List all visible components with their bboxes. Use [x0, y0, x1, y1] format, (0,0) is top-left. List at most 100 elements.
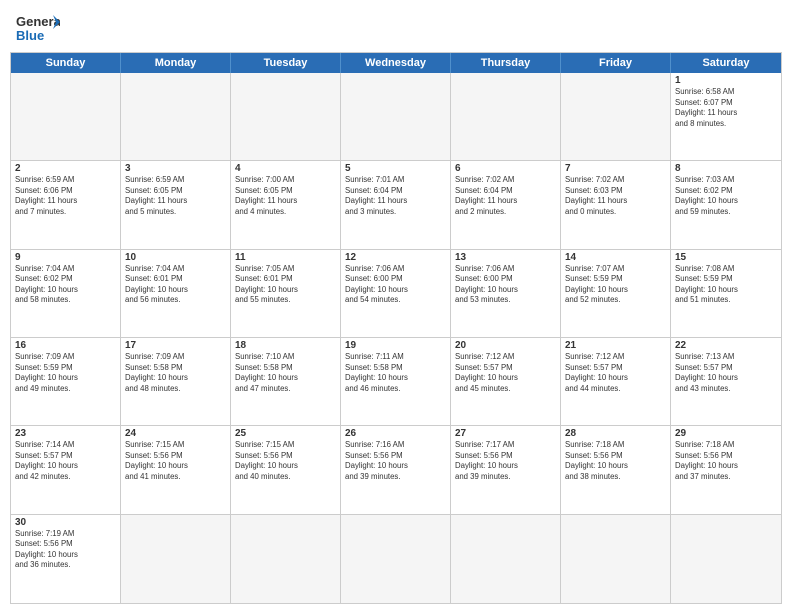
calendar-row-5: 30Sunrise: 7:19 AM Sunset: 5:56 PM Dayli… [11, 515, 781, 603]
day-number: 17 [125, 340, 226, 351]
cell-info: Sunrise: 7:18 AM Sunset: 5:56 PM Dayligh… [565, 440, 666, 482]
day-number: 19 [345, 340, 446, 351]
cell-info: Sunrise: 7:15 AM Sunset: 5:56 PM Dayligh… [125, 440, 226, 482]
calendar-cell: 7Sunrise: 7:02 AM Sunset: 6:03 PM Daylig… [561, 161, 671, 248]
day-number: 23 [15, 428, 116, 439]
cell-info: Sunrise: 7:02 AM Sunset: 6:04 PM Dayligh… [455, 175, 556, 217]
header: General Blue [0, 0, 792, 52]
calendar-cell [11, 73, 121, 160]
day-number: 1 [675, 75, 777, 86]
calendar-cell: 29Sunrise: 7:18 AM Sunset: 5:56 PM Dayli… [671, 426, 781, 513]
day-number: 6 [455, 163, 556, 174]
calendar-cell [341, 73, 451, 160]
cell-info: Sunrise: 7:00 AM Sunset: 6:05 PM Dayligh… [235, 175, 336, 217]
day-number: 20 [455, 340, 556, 351]
day-number: 4 [235, 163, 336, 174]
cell-info: Sunrise: 7:06 AM Sunset: 6:00 PM Dayligh… [455, 264, 556, 306]
cell-info: Sunrise: 7:12 AM Sunset: 5:57 PM Dayligh… [455, 352, 556, 394]
cell-info: Sunrise: 7:08 AM Sunset: 5:59 PM Dayligh… [675, 264, 777, 306]
day-header-tuesday: Tuesday [231, 53, 341, 73]
cell-info: Sunrise: 7:06 AM Sunset: 6:00 PM Dayligh… [345, 264, 446, 306]
calendar-cell: 5Sunrise: 7:01 AM Sunset: 6:04 PM Daylig… [341, 161, 451, 248]
day-header-monday: Monday [121, 53, 231, 73]
calendar-cell: 18Sunrise: 7:10 AM Sunset: 5:58 PM Dayli… [231, 338, 341, 425]
day-number: 28 [565, 428, 666, 439]
day-number: 24 [125, 428, 226, 439]
cell-info: Sunrise: 7:11 AM Sunset: 5:58 PM Dayligh… [345, 352, 446, 394]
calendar-row-1: 2Sunrise: 6:59 AM Sunset: 6:06 PM Daylig… [11, 161, 781, 249]
day-number: 12 [345, 252, 446, 263]
calendar-cell [121, 73, 231, 160]
day-header-sunday: Sunday [11, 53, 121, 73]
day-number: 5 [345, 163, 446, 174]
calendar-cell [671, 515, 781, 603]
calendar-cell: 13Sunrise: 7:06 AM Sunset: 6:00 PM Dayli… [451, 250, 561, 337]
day-number: 15 [675, 252, 777, 263]
cell-info: Sunrise: 7:16 AM Sunset: 5:56 PM Dayligh… [345, 440, 446, 482]
calendar-cell [231, 73, 341, 160]
calendar-cell: 6Sunrise: 7:02 AM Sunset: 6:04 PM Daylig… [451, 161, 561, 248]
day-number: 11 [235, 252, 336, 263]
svg-text:Blue: Blue [16, 28, 44, 43]
calendar-cell: 20Sunrise: 7:12 AM Sunset: 5:57 PM Dayli… [451, 338, 561, 425]
cell-info: Sunrise: 7:13 AM Sunset: 5:57 PM Dayligh… [675, 352, 777, 394]
calendar: SundayMondayTuesdayWednesdayThursdayFrid… [10, 52, 782, 604]
cell-info: Sunrise: 7:12 AM Sunset: 5:57 PM Dayligh… [565, 352, 666, 394]
calendar-cell: 17Sunrise: 7:09 AM Sunset: 5:58 PM Dayli… [121, 338, 231, 425]
calendar-row-4: 23Sunrise: 7:14 AM Sunset: 5:57 PM Dayli… [11, 426, 781, 514]
cell-info: Sunrise: 7:15 AM Sunset: 5:56 PM Dayligh… [235, 440, 336, 482]
calendar-cell: 4Sunrise: 7:00 AM Sunset: 6:05 PM Daylig… [231, 161, 341, 248]
calendar-cell: 30Sunrise: 7:19 AM Sunset: 5:56 PM Dayli… [11, 515, 121, 603]
calendar-cell [121, 515, 231, 603]
calendar-cell: 8Sunrise: 7:03 AM Sunset: 6:02 PM Daylig… [671, 161, 781, 248]
day-number: 25 [235, 428, 336, 439]
page: General Blue SundayMondayTuesdayWednesda… [0, 0, 792, 612]
calendar-cell [451, 515, 561, 603]
calendar-cell: 24Sunrise: 7:15 AM Sunset: 5:56 PM Dayli… [121, 426, 231, 513]
calendar-cell: 3Sunrise: 6:59 AM Sunset: 6:05 PM Daylig… [121, 161, 231, 248]
calendar-cell: 27Sunrise: 7:17 AM Sunset: 5:56 PM Dayli… [451, 426, 561, 513]
day-number: 10 [125, 252, 226, 263]
calendar-cell: 25Sunrise: 7:15 AM Sunset: 5:56 PM Dayli… [231, 426, 341, 513]
calendar-cell: 14Sunrise: 7:07 AM Sunset: 5:59 PM Dayli… [561, 250, 671, 337]
calendar-cell: 12Sunrise: 7:06 AM Sunset: 6:00 PM Dayli… [341, 250, 451, 337]
cell-info: Sunrise: 7:19 AM Sunset: 5:56 PM Dayligh… [15, 529, 116, 571]
logo: General Blue [16, 12, 60, 46]
day-number: 2 [15, 163, 116, 174]
calendar-cell: 16Sunrise: 7:09 AM Sunset: 5:59 PM Dayli… [11, 338, 121, 425]
calendar-cell [341, 515, 451, 603]
calendar-cell: 23Sunrise: 7:14 AM Sunset: 5:57 PM Dayli… [11, 426, 121, 513]
day-number: 21 [565, 340, 666, 351]
day-header-wednesday: Wednesday [341, 53, 451, 73]
day-number: 3 [125, 163, 226, 174]
cell-info: Sunrise: 7:18 AM Sunset: 5:56 PM Dayligh… [675, 440, 777, 482]
calendar-cell [561, 515, 671, 603]
calendar-cell: 11Sunrise: 7:05 AM Sunset: 6:01 PM Dayli… [231, 250, 341, 337]
cell-info: Sunrise: 7:02 AM Sunset: 6:03 PM Dayligh… [565, 175, 666, 217]
calendar-row-3: 16Sunrise: 7:09 AM Sunset: 5:59 PM Dayli… [11, 338, 781, 426]
calendar-cell [231, 515, 341, 603]
calendar-cell: 26Sunrise: 7:16 AM Sunset: 5:56 PM Dayli… [341, 426, 451, 513]
cell-info: Sunrise: 7:03 AM Sunset: 6:02 PM Dayligh… [675, 175, 777, 217]
calendar-cell [561, 73, 671, 160]
day-header-friday: Friday [561, 53, 671, 73]
day-number: 30 [15, 517, 116, 528]
cell-info: Sunrise: 7:17 AM Sunset: 5:56 PM Dayligh… [455, 440, 556, 482]
cell-info: Sunrise: 7:14 AM Sunset: 5:57 PM Dayligh… [15, 440, 116, 482]
calendar-cell: 1Sunrise: 6:58 AM Sunset: 6:07 PM Daylig… [671, 73, 781, 160]
cell-info: Sunrise: 6:59 AM Sunset: 6:06 PM Dayligh… [15, 175, 116, 217]
calendar-cell: 28Sunrise: 7:18 AM Sunset: 5:56 PM Dayli… [561, 426, 671, 513]
day-number: 29 [675, 428, 777, 439]
calendar-cell: 9Sunrise: 7:04 AM Sunset: 6:02 PM Daylig… [11, 250, 121, 337]
day-headers: SundayMondayTuesdayWednesdayThursdayFrid… [11, 53, 781, 73]
calendar-cell: 22Sunrise: 7:13 AM Sunset: 5:57 PM Dayli… [671, 338, 781, 425]
cell-info: Sunrise: 7:10 AM Sunset: 5:58 PM Dayligh… [235, 352, 336, 394]
cell-info: Sunrise: 7:04 AM Sunset: 6:02 PM Dayligh… [15, 264, 116, 306]
day-number: 26 [345, 428, 446, 439]
day-number: 18 [235, 340, 336, 351]
cell-info: Sunrise: 6:59 AM Sunset: 6:05 PM Dayligh… [125, 175, 226, 217]
calendar-row-0: 1Sunrise: 6:58 AM Sunset: 6:07 PM Daylig… [11, 73, 781, 161]
day-number: 13 [455, 252, 556, 263]
calendar-cell [451, 73, 561, 160]
calendar-cell: 15Sunrise: 7:08 AM Sunset: 5:59 PM Dayli… [671, 250, 781, 337]
